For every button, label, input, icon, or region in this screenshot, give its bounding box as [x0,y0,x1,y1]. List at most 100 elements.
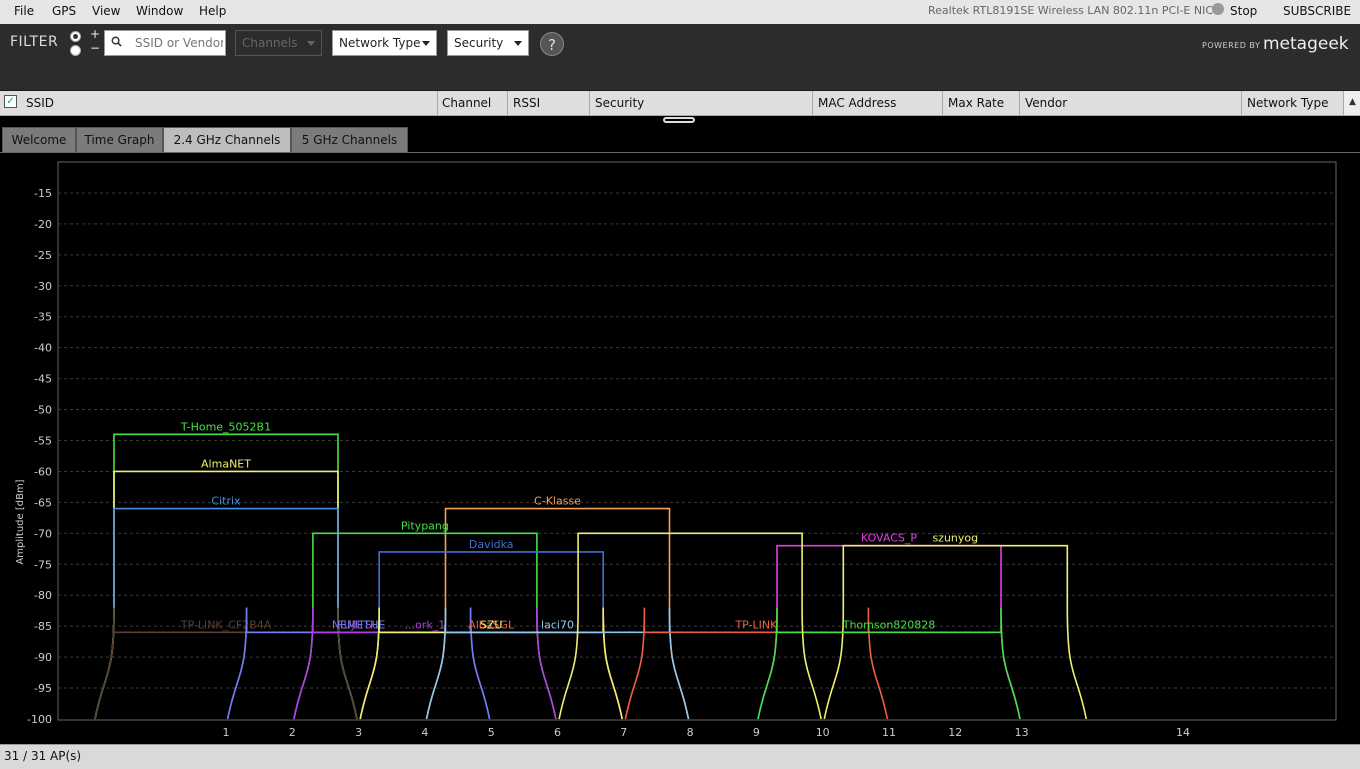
y-tick-label: -75 [34,558,52,571]
security-label: Security [454,36,504,50]
network-curve[interactable] [425,507,690,720]
filter-label: FILTER [10,34,59,50]
subscribe-link[interactable]: SUBSCRIBE [1283,4,1351,18]
security-dropdown[interactable]: Security [447,30,529,56]
x-tick-label: 5 [488,726,495,739]
network-curve[interactable] [94,507,358,720]
tab-welcome[interactable]: Welcome [2,127,76,152]
y-tick-label: -90 [34,651,52,664]
network-label[interactable]: Citrix [211,495,241,508]
y-tick-label: -30 [34,280,52,293]
network-type-label: Network Type [339,36,421,50]
y-tick-label: -80 [34,589,52,602]
menu-file[interactable]: File [14,4,34,18]
y-tick-label: -40 [34,342,52,355]
y-tick-label: -25 [34,249,52,262]
x-tick-label: 2 [289,726,296,739]
channels-dropdown[interactable]: Channels [235,30,322,56]
ap-count: 31 / 31 AP(s) [4,749,82,763]
panel-splitter-handle[interactable] [663,117,695,123]
x-tick-label: 6 [554,726,561,739]
filter-bar: FILTER + − Channels Network Type Securit… [0,24,1360,91]
col-network-type[interactable]: Network Type [1247,96,1328,110]
adapter-name[interactable]: Realtek RTL8191SE Wireless LAN 802.11n P… [928,4,1213,17]
y-tick-label: -35 [34,311,52,324]
x-tick-label: 4 [421,726,428,739]
tab-time-graph[interactable]: Time Graph [76,127,163,152]
network-label[interactable]: Thomson820828 [842,618,936,631]
col-ssid[interactable]: SSID [26,96,54,110]
network-label[interactable]: C-Klasse [534,495,581,508]
network-label[interactable]: T-Home_5052B1 [180,420,271,433]
chevron-down-icon [514,41,522,46]
tab-5ghz-channels[interactable]: 5 GHz Channels [291,127,408,152]
stop-icon[interactable] [1212,3,1224,15]
y-axis-label: Amplitude [dBm] [15,479,26,564]
menu-view[interactable]: View [92,4,120,18]
y-tick-label: -95 [34,682,52,695]
view-tabs: Welcome Time Graph 2.4 GHz Channels 5 GH… [0,127,1360,153]
menu-help[interactable]: Help [199,4,226,18]
status-bar: 31 / 31 AP(s) [0,744,1360,769]
y-tick-label: -65 [34,496,52,509]
menu-window[interactable]: Window [136,4,183,18]
col-security[interactable]: Security [595,96,644,110]
y-tick-label: -50 [34,404,52,417]
filter-include-radio[interactable] [70,31,81,42]
ssid-search-box[interactable] [104,30,226,56]
x-tick-label: 12 [948,726,962,739]
network-label[interactable]: TP-LINK_CF2B4A [180,618,272,631]
network-label[interactable]: szunyog [932,532,978,545]
scroll-up-icon[interactable]: ▲ [1343,91,1360,115]
x-tick-label: 14 [1176,726,1190,739]
menu-bar: File GPS View Window Help Realtek RTL819… [0,0,1360,25]
channel-chart-svg: -15 -20 -25 -30 -35 -40 -45 -50 -55 -60 -65 -70 -75 -… [15,161,1337,739]
y-tick-label: -15 [34,187,52,200]
network-label[interactable]: Pitypang [401,519,449,532]
channel-graph: -15 -20 -25 -30 -35 -40 -45 -50 -55 -60 -65 -70 -75 -… [0,152,1360,744]
y-tick-label: -55 [34,435,52,448]
network-curve[interactable] [359,551,623,720]
y-tick-label: -45 [34,373,52,386]
network-label[interactable]: TP-LINK [734,618,778,631]
filter-exclude-radio[interactable] [70,45,81,56]
y-tick-label: -100 [27,713,52,726]
x-tick-label: 9 [753,726,760,739]
x-tick-label: 10 [816,726,830,739]
col-mac-address[interactable]: MAC Address [818,96,896,110]
search-icon [111,36,122,47]
network-label[interactable]: NEMETHE [332,618,386,631]
network-label[interactable]: ...ork_1 [405,618,446,631]
plus-label: + [90,27,101,41]
x-tick-label: 13 [1015,726,1029,739]
col-channel[interactable]: Channel [442,96,491,110]
network-curve[interactable] [94,433,358,720]
network-label[interactable]: AlmaNET [201,457,251,470]
stop-button[interactable]: Stop [1230,4,1257,18]
help-button[interactable]: ? [540,32,564,56]
x-tick-label: 3 [355,726,362,739]
network-label[interactable]: Davidka [469,538,514,551]
powered-by-text: POWERED BY [1202,41,1261,50]
x-tick-label: 11 [882,726,896,739]
x-tick-label: 7 [620,726,627,739]
col-vendor[interactable]: Vendor [1025,96,1067,110]
y-tick-label: -60 [34,465,52,478]
y-tick-label: -70 [34,527,52,540]
chevron-down-icon [307,41,315,46]
network-label[interactable]: laci70 [541,618,574,631]
channels-label: Channels [242,36,298,50]
x-tick-label: 8 [687,726,694,739]
y-tick-label: -20 [34,218,52,231]
network-label[interactable]: SZU [480,618,503,631]
minus-label: − [90,41,101,55]
tab-24ghz-channels[interactable]: 2.4 GHz Channels [163,127,291,152]
col-rssi[interactable]: RSSI [513,96,540,110]
menu-gps[interactable]: GPS [52,4,76,18]
y-tick-label: -85 [34,620,52,633]
network-label[interactable]: KOVACS_P [861,532,917,545]
select-all-checkbox[interactable]: ✓ [4,95,17,108]
search-input[interactable] [135,35,223,51]
col-max-rate[interactable]: Max Rate [948,96,1004,110]
network-type-dropdown[interactable]: Network Type [332,30,437,56]
